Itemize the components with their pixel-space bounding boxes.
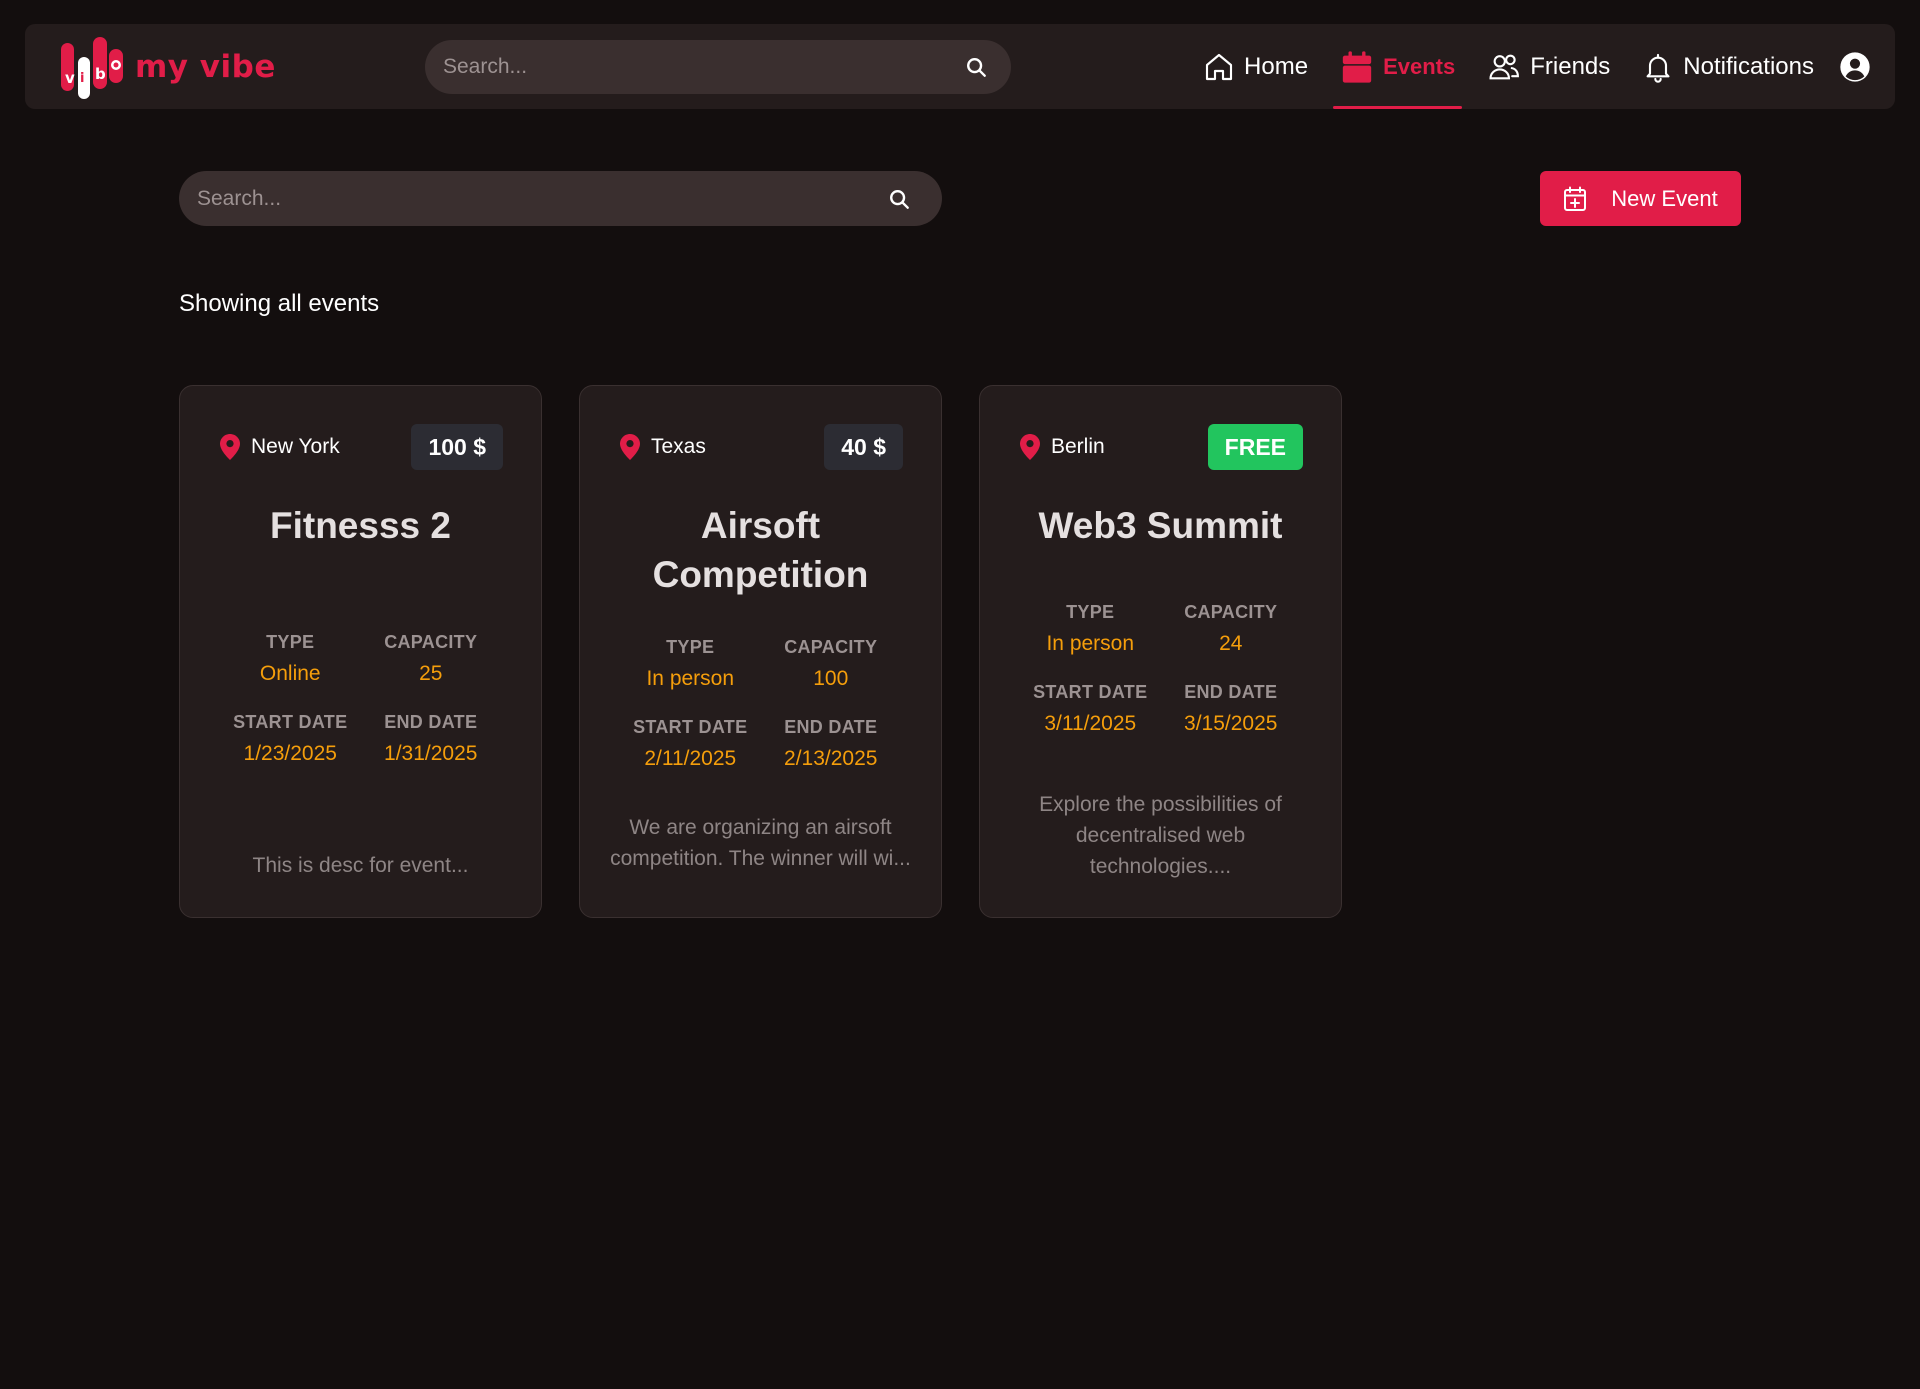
- capacity-label: CAPACITY: [1184, 602, 1278, 622]
- bell-icon: [1646, 53, 1670, 83]
- end-date-label: END DATE: [384, 712, 478, 732]
- capacity-value: 24: [1219, 632, 1243, 655]
- event-card[interactable]: Berlin FREE Web3 Summit TYPE In person C…: [979, 385, 1342, 918]
- event-description: This is desc for event...: [252, 854, 469, 877]
- events-search-bar: [179, 171, 942, 226]
- event-title: Fitnesss 2: [270, 505, 451, 546]
- price-badge: 40 $: [824, 424, 903, 470]
- end-date-value: 1/31/2025: [384, 742, 478, 765]
- nav-events[interactable]: Events: [1333, 24, 1463, 109]
- end-date-label: END DATE: [1184, 682, 1278, 702]
- type-label: TYPE: [1066, 602, 1115, 622]
- event-card[interactable]: New York 100 $ Fitnesss 2 TYPE Online CA…: [179, 385, 542, 918]
- start-date-value: 1/23/2025: [243, 742, 337, 765]
- end-date-label: END DATE: [784, 717, 878, 737]
- home-icon: [1205, 53, 1233, 80]
- type-label: TYPE: [266, 632, 315, 652]
- nav-home[interactable]: Home: [1196, 24, 1315, 109]
- type-label: TYPE: [666, 637, 715, 657]
- type-value: Online: [259, 662, 321, 685]
- calendar-plus-icon: [1564, 186, 1587, 211]
- header-search-input[interactable]: [443, 55, 963, 79]
- nav-notifications[interactable]: Notifications: [1635, 24, 1821, 109]
- new-event-label: New Event: [1611, 185, 1718, 211]
- event-title: Airsoft Competition: [652, 505, 869, 595]
- main-nav: Home Events Friends Notifications: [1196, 24, 1895, 109]
- events-search-input[interactable]: [197, 186, 886, 211]
- capacity-value: 25: [419, 662, 443, 685]
- end-date-value: 3/15/2025: [1184, 712, 1278, 735]
- nav-friends[interactable]: Friends: [1480, 24, 1617, 109]
- event-location-label: New York: [251, 435, 340, 458]
- capacity-value: 100: [813, 667, 849, 690]
- events-list: New York 100 $ Fitnesss 2 TYPE Online CA…: [179, 385, 1342, 918]
- nav-events-label: Events: [1383, 53, 1456, 79]
- results-status: Showing all events: [179, 290, 380, 317]
- event-description: Explore the possibilities of decentralis…: [1039, 793, 1282, 878]
- svg-text:i: i: [80, 71, 84, 86]
- event-location: New York: [220, 434, 340, 460]
- capacity-label: CAPACITY: [384, 632, 478, 652]
- event-details: TYPE In person CAPACITY 100 START DATE 2…: [620, 637, 901, 771]
- search-icon[interactable]: [886, 186, 912, 212]
- header-search-bar: [425, 40, 1011, 94]
- app-logo[interactable]: v i b my vibe: [59, 34, 276, 100]
- price-badge: 100 $: [411, 424, 503, 470]
- start-date-label: START DATE: [633, 717, 748, 737]
- svg-text:v: v: [65, 69, 75, 87]
- type-value: In person: [1046, 632, 1135, 655]
- search-icon[interactable]: [963, 54, 989, 80]
- event-details: TYPE In person CAPACITY 24 START DATE 3/…: [1020, 602, 1301, 736]
- top-navbar: v i b my vibe Home Events Friends Notifi…: [25, 24, 1895, 109]
- capacity-label: CAPACITY: [784, 637, 878, 657]
- map-pin-icon: [620, 434, 640, 460]
- nav-home-label: Home: [1244, 52, 1309, 80]
- event-location: Texas: [620, 434, 706, 460]
- app-name: my vibe: [135, 49, 276, 85]
- friends-icon: [1489, 54, 1520, 79]
- type-value: In person: [646, 667, 735, 690]
- map-pin-icon: [1020, 434, 1040, 460]
- start-date-label: START DATE: [1033, 682, 1148, 702]
- start-date-value: 3/11/2025: [1044, 712, 1137, 735]
- nav-notifications-label: Notifications: [1683, 52, 1814, 80]
- end-date-value: 2/13/2025: [784, 747, 878, 770]
- logo-mark-icon: v i b: [61, 37, 123, 99]
- calendar-icon: [1342, 50, 1372, 83]
- svg-text:b: b: [95, 65, 106, 83]
- event-title: Web3 Summit: [1038, 505, 1283, 546]
- event-details: TYPE Online CAPACITY 25 START DATE 1/23/…: [220, 632, 501, 766]
- user-circle-icon: [1840, 51, 1870, 82]
- event-description: We are organizing an airsoft competition…: [610, 816, 911, 870]
- event-card[interactable]: Texas 40 $ Airsoft Competition TYPE In p…: [579, 385, 942, 918]
- start-date-value: 2/11/2025: [644, 747, 737, 770]
- nav-friends-label: Friends: [1530, 52, 1611, 80]
- price-badge: FREE: [1207, 424, 1303, 470]
- event-location-label: Texas: [651, 435, 706, 458]
- event-location: Berlin: [1020, 434, 1105, 460]
- event-location-label: Berlin: [1051, 435, 1105, 458]
- map-pin-icon: [220, 434, 240, 460]
- new-event-button[interactable]: New Event: [1540, 171, 1741, 226]
- profile-button[interactable]: [1839, 50, 1873, 84]
- start-date-label: START DATE: [233, 712, 348, 732]
